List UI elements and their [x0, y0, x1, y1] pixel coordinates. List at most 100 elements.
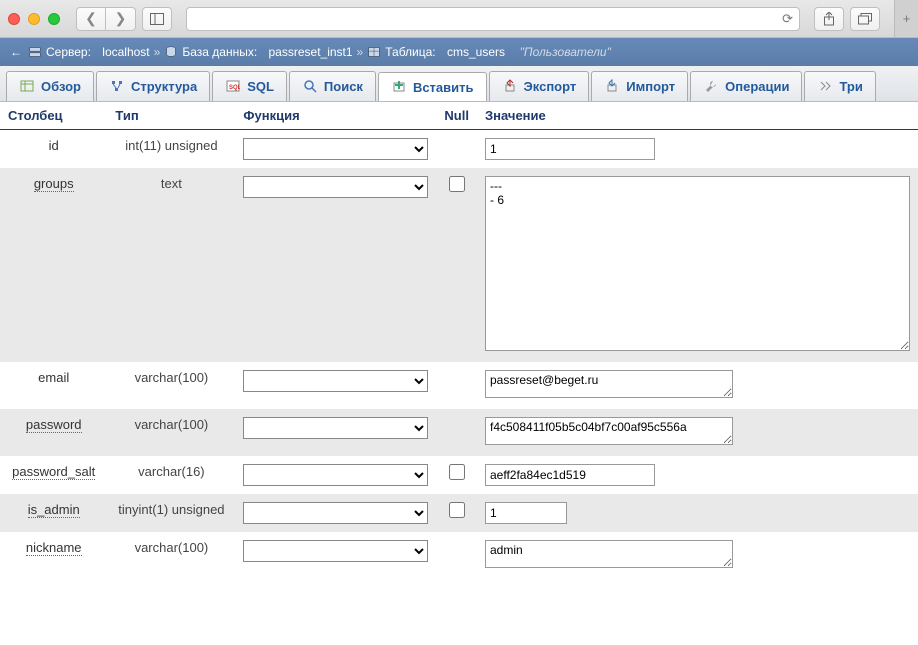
table-row: groupstext	[0, 168, 918, 362]
null-cell	[436, 494, 477, 532]
crumb-server[interactable]: Сервер: localhost	[28, 45, 150, 59]
server-icon	[28, 45, 42, 59]
breadcrumb-separator: »	[154, 45, 161, 59]
function-select[interactable]	[243, 502, 428, 524]
back-button[interactable]: ❮	[76, 7, 106, 31]
tab-sql[interactable]: SQLSQL	[212, 71, 287, 101]
null-checkbox[interactable]	[449, 176, 465, 192]
column-name-cell: groups	[0, 168, 107, 362]
new-tab-button[interactable]: +	[894, 0, 918, 37]
value-textarea[interactable]	[485, 417, 733, 445]
column-type-cell: text	[107, 168, 235, 362]
column-type-cell: varchar(100)	[107, 362, 235, 409]
column-name-cell: email	[0, 362, 107, 409]
function-cell	[235, 456, 436, 494]
tab-export[interactable]: Экспорт	[489, 71, 590, 101]
tab-operations[interactable]: Операции	[690, 71, 802, 101]
function-cell	[235, 168, 436, 362]
null-cell	[436, 362, 477, 409]
column-name-cell: password_salt	[0, 456, 107, 494]
function-select[interactable]	[243, 138, 428, 160]
value-input[interactable]	[485, 502, 567, 524]
header-null: Null	[436, 102, 477, 130]
function-cell	[235, 409, 436, 456]
value-textarea[interactable]	[485, 370, 733, 398]
function-cell	[235, 494, 436, 532]
null-checkbox[interactable]	[449, 502, 465, 518]
table-row: emailvarchar(100)	[0, 362, 918, 409]
value-cell	[477, 456, 918, 494]
sidebar-toggle-button[interactable]	[142, 7, 172, 31]
function-cell	[235, 130, 436, 169]
value-textarea[interactable]	[485, 176, 910, 351]
tab-insert[interactable]: Вставить	[378, 72, 487, 102]
breadcrumb-separator: »	[357, 45, 364, 59]
insert-icon	[391, 79, 407, 95]
insert-form: Столбец Тип Функция Null Значение idint(…	[0, 102, 918, 645]
function-select[interactable]	[243, 464, 428, 486]
minimize-window-icon[interactable]	[28, 13, 40, 25]
null-cell	[436, 168, 477, 362]
null-cell	[436, 456, 477, 494]
sql-icon: SQL	[225, 78, 241, 94]
value-cell	[477, 494, 918, 532]
browser-toolbar: ❮ ❯ ⟳ +	[0, 0, 918, 38]
window-controls	[8, 13, 60, 25]
crumb-table[interactable]: Таблица: cms_users	[367, 45, 505, 59]
table-row: password_saltvarchar(16)	[0, 456, 918, 494]
pma-tabs: Обзор Структура SQLSQL Поиск Вставить Эк…	[0, 66, 918, 102]
crumb-database[interactable]: База данных: passreset_inst1	[164, 45, 352, 59]
table-row: is_admintinyint(1) unsigned	[0, 494, 918, 532]
header-function: Функция	[235, 102, 436, 130]
breadcrumb: ← Сервер: localhost » База данных: passr…	[0, 38, 918, 66]
value-cell	[477, 130, 918, 169]
column-name-cell: password	[0, 409, 107, 456]
value-textarea[interactable]	[485, 540, 733, 568]
column-type-cell: varchar(100)	[107, 532, 235, 579]
function-select[interactable]	[243, 370, 428, 392]
tab-structure[interactable]: Структура	[96, 71, 210, 101]
column-type-cell: int(11) unsigned	[107, 130, 235, 169]
tab-browse[interactable]: Обзор	[6, 71, 94, 101]
tabs-button[interactable]	[850, 7, 880, 31]
maximize-window-icon[interactable]	[48, 13, 60, 25]
table-icon	[367, 45, 381, 59]
tab-import[interactable]: Импорт	[591, 71, 688, 101]
function-select[interactable]	[243, 176, 428, 198]
function-select[interactable]	[243, 417, 428, 439]
import-icon	[604, 78, 620, 94]
structure-icon	[109, 78, 125, 94]
tabs-icon	[858, 13, 872, 25]
function-select[interactable]	[243, 540, 428, 562]
value-input[interactable]	[485, 138, 655, 160]
header-column: Столбец	[0, 102, 107, 130]
null-cell	[436, 532, 477, 579]
browse-icon	[19, 78, 35, 94]
sidebar-icon	[150, 13, 164, 25]
search-icon	[302, 78, 318, 94]
null-checkbox[interactable]	[449, 464, 465, 480]
value-cell	[477, 409, 918, 456]
svg-text:SQL: SQL	[229, 85, 240, 91]
column-name-cell: nickname	[0, 532, 107, 579]
share-icon	[823, 12, 835, 26]
table-row: passwordvarchar(100)	[0, 409, 918, 456]
function-cell	[235, 362, 436, 409]
tab-search[interactable]: Поиск	[289, 71, 376, 101]
address-bar[interactable]: ⟳	[186, 7, 800, 31]
column-type-cell: varchar(16)	[107, 456, 235, 494]
reload-icon[interactable]: ⟳	[782, 11, 793, 27]
value-input[interactable]	[485, 464, 655, 486]
close-window-icon[interactable]	[8, 13, 20, 25]
value-cell	[477, 168, 918, 362]
null-cell	[436, 409, 477, 456]
forward-button[interactable]: ❯	[106, 7, 136, 31]
collapse-nav-icon[interactable]: ←	[10, 45, 22, 59]
share-button[interactable]	[814, 7, 844, 31]
function-cell	[235, 532, 436, 579]
value-cell	[477, 532, 918, 579]
wrench-icon	[703, 78, 719, 94]
tab-triggers[interactable]: Три	[804, 71, 875, 101]
null-cell	[436, 130, 477, 169]
header-value: Значение	[477, 102, 918, 130]
